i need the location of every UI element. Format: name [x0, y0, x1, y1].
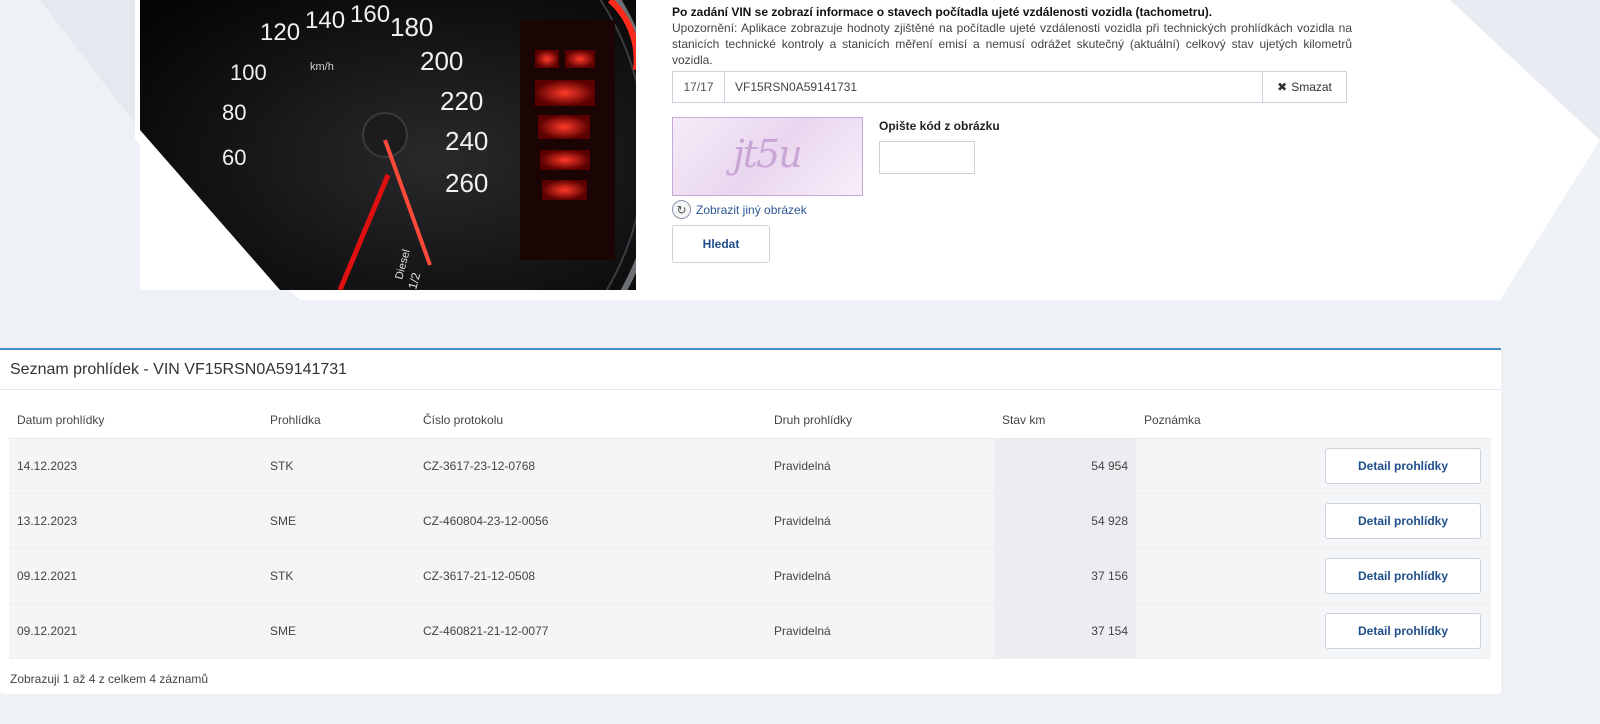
speedo-label: 100: [230, 60, 267, 85]
cell-type: SME: [262, 603, 415, 659]
table-row: 09.12.2021 SME CZ-460821-21-12-0077 Prav…: [9, 603, 1491, 659]
cell-protocol: CZ-3617-23-12-0768: [415, 438, 766, 494]
close-icon: ✖: [1277, 80, 1288, 94]
detail-button[interactable]: Detail prohlídky: [1325, 502, 1481, 539]
clear-button[interactable]: ✖ Smazat: [1262, 72, 1346, 102]
reload-captcha-link[interactable]: ↻ Zobrazit jiný obrázek: [672, 200, 1352, 219]
refresh-icon: ↻: [672, 200, 691, 219]
speedo-label: 220: [440, 86, 483, 116]
speedo-label: 200: [420, 46, 463, 76]
cell-protocol: CZ-3617-21-12-0508: [415, 548, 766, 604]
column-header-note[interactable]: Poznámka: [1136, 402, 1312, 439]
cell-kind: Pravidelná: [766, 438, 994, 494]
vin-char-count: 17/17: [673, 72, 725, 102]
cell-actions: Detail prohlídky: [1312, 603, 1491, 659]
cell-actions: Detail prohlídky: [1312, 548, 1491, 604]
captcha-label: Opište kód z obrázku: [879, 119, 1000, 133]
cell-kind: Pravidelná: [766, 548, 994, 604]
detail-button[interactable]: Detail prohlídky: [1325, 447, 1481, 484]
cell-date: 14.12.2023: [9, 438, 262, 494]
captcha-image: jt5u: [672, 117, 863, 196]
intro-warning: Upozornění: Aplikace zobrazuje hodnoty z…: [672, 21, 1352, 67]
table-row: 13.12.2023 SME CZ-460804-23-12-0056 Prav…: [9, 493, 1491, 549]
detail-button[interactable]: Detail prohlídky: [1325, 557, 1481, 594]
speedo-label: 260: [445, 168, 488, 198]
captcha-code: jt5u: [733, 132, 803, 176]
speedo-label: 60: [222, 145, 246, 170]
cell-note: [1136, 493, 1312, 549]
table-row: 14.12.2023 STK CZ-3617-23-12-0768 Pravid…: [9, 438, 1491, 494]
column-header-km[interactable]: Stav km: [994, 402, 1136, 439]
speedo-label: 240: [445, 126, 488, 156]
cell-note: [1136, 603, 1312, 659]
speedo-label: 140: [305, 7, 345, 34]
cell-kind: Pravidelná: [766, 493, 994, 549]
column-header-date[interactable]: Datum prohlídky: [9, 402, 262, 439]
reload-label: Zobrazit jiný obrázek: [696, 202, 807, 217]
cell-type: STK: [262, 438, 415, 494]
cell-protocol: CZ-460821-21-12-0077: [415, 603, 766, 659]
speedometer-image: 120 140 160 180 200 220 240 260 100 80 6…: [140, 0, 636, 290]
vin-input-group: 17/17 ✖ Smazat: [672, 71, 1347, 103]
cell-note: [1136, 548, 1312, 604]
cell-protocol: CZ-460804-23-12-0056: [415, 493, 766, 549]
speedo-label: 180: [390, 12, 433, 42]
cell-km: 54 954: [994, 438, 1136, 494]
search-button[interactable]: Hledat: [672, 225, 770, 263]
cell-kind: Pravidelná: [766, 603, 994, 659]
captcha-entry: Opište kód z obrázku: [879, 117, 1000, 196]
cell-type: SME: [262, 493, 415, 549]
column-header-kind[interactable]: Druh prohlídky: [766, 402, 994, 439]
speedo-unit: km/h: [310, 61, 334, 73]
column-header-type[interactable]: Prohlídka: [262, 402, 415, 439]
speedo-label: 120: [260, 19, 300, 46]
search-form: Po zadání VIN se zobrazí informace o sta…: [672, 4, 1352, 263]
table-summary: Zobrazuji 1 až 4 z celkem 4 záznamů: [10, 672, 209, 686]
column-header-actions: [1312, 402, 1491, 439]
speedo-label: 80: [222, 100, 246, 125]
column-header-protocol[interactable]: Číslo protokolu: [415, 402, 766, 439]
cell-km: 37 154: [994, 603, 1136, 659]
cell-type: STK: [262, 548, 415, 604]
results-panel: Seznam prohlídek - VIN VF15RSN0A59141731…: [0, 348, 1501, 694]
cell-note: [1136, 438, 1312, 494]
cell-date: 09.12.2021: [9, 548, 262, 604]
results-title: Seznam prohlídek - VIN VF15RSN0A59141731: [0, 350, 1501, 390]
captcha-input[interactable]: [879, 141, 975, 174]
cell-km: 37 156: [994, 548, 1136, 604]
inspections-table: Datum prohlídky Prohlídka Číslo protokol…: [9, 402, 1491, 659]
clear-label: Smazat: [1291, 80, 1332, 94]
table-header-row: Datum prohlídky Prohlídka Číslo protokol…: [9, 402, 1491, 439]
cell-date: 09.12.2021: [9, 603, 262, 659]
cell-km: 54 928: [994, 493, 1136, 549]
cell-date: 13.12.2023: [9, 493, 262, 549]
intro-heading: Po zadání VIN se zobrazí informace o sta…: [672, 5, 1213, 19]
captcha-row: jt5u Opište kód z obrázku: [672, 117, 1352, 196]
cell-actions: Detail prohlídky: [1312, 438, 1491, 494]
vin-input[interactable]: [725, 72, 1262, 102]
cell-actions: Detail prohlídky: [1312, 493, 1491, 549]
table-row: 09.12.2021 STK CZ-3617-21-12-0508 Pravid…: [9, 548, 1491, 604]
detail-button[interactable]: Detail prohlídky: [1325, 612, 1481, 649]
speedo-label: 160: [350, 1, 390, 28]
